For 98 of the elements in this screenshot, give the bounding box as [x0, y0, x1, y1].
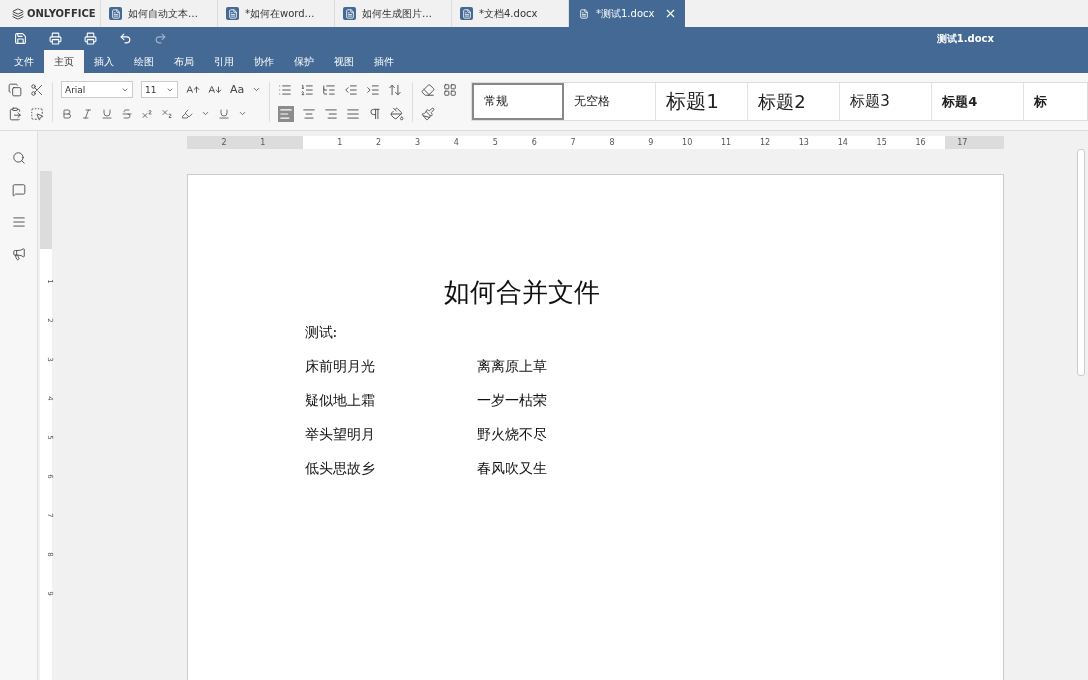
- align-center-icon[interactable]: [302, 106, 317, 121]
- ruler-number: 3: [413, 138, 421, 147]
- ruler-number: 12: [758, 138, 771, 147]
- headings-icon[interactable]: [11, 215, 26, 229]
- multilevel-list-icon[interactable]: [322, 82, 337, 97]
- ruler-number: 17: [956, 138, 968, 147]
- ruler-number: 8: [608, 138, 615, 147]
- document-icon: [226, 7, 239, 20]
- document-icon: [343, 7, 356, 20]
- menu-tab[interactable]: 协作: [244, 50, 284, 73]
- align-right-icon[interactable]: [324, 106, 339, 121]
- line-spacing-icon[interactable]: [388, 82, 403, 97]
- cut-icon[interactable]: [30, 82, 44, 97]
- ruler-number: 11: [720, 138, 732, 147]
- change-case-button[interactable]: Aa: [230, 83, 245, 96]
- poem-line: 疑似地上霜: [304, 392, 376, 410]
- style-preset[interactable]: 标: [1024, 83, 1087, 120]
- style-preset[interactable]: 标题1: [656, 83, 749, 120]
- align-left-icon[interactable]: [278, 105, 295, 122]
- logo-icon: [12, 7, 24, 20]
- ruler-number: 2: [220, 138, 227, 147]
- color-scheme-icon[interactable]: [443, 82, 458, 97]
- poem-line: 举头望明月: [304, 426, 376, 444]
- numbered-list-icon[interactable]: [300, 82, 315, 97]
- style-preset[interactable]: 常规: [472, 83, 565, 120]
- highlighter-icon[interactable]: [181, 107, 193, 120]
- select-all-icon[interactable]: [30, 106, 44, 121]
- caret-icon[interactable]: [201, 109, 210, 118]
- document-icon: [460, 7, 473, 20]
- style-preset[interactable]: 标题3: [840, 83, 933, 120]
- style-preset[interactable]: 无空格: [564, 83, 657, 120]
- poem-line: 野火烧不尽: [476, 426, 548, 444]
- brand-name: ONLYOFFICE: [27, 8, 96, 19]
- poem-line: 低头思故乡: [304, 460, 376, 478]
- font-field[interactable]: Arial: [61, 81, 133, 98]
- caret-icon[interactable]: [252, 85, 262, 94]
- menu-tab[interactable]: 视图: [324, 50, 364, 73]
- poem-line: 离离原上草: [476, 358, 548, 376]
- superscript-icon[interactable]: [141, 107, 153, 120]
- strikethrough-icon[interactable]: [121, 107, 133, 120]
- ruler-number: 7: [569, 138, 576, 147]
- search-icon[interactable]: [11, 151, 26, 165]
- document-icon: [577, 7, 590, 20]
- ruler-number: 16: [914, 138, 926, 147]
- document-title: 如何合并文件: [443, 276, 601, 309]
- window-title: 测试1.docx: [936, 31, 994, 46]
- ruler-number: 2: [375, 138, 382, 147]
- ruler-number: 13: [797, 138, 809, 147]
- quick-print-icon[interactable]: [84, 32, 97, 45]
- megaphone-icon[interactable]: [11, 247, 26, 261]
- menu-tab[interactable]: 插入: [84, 50, 124, 73]
- ruler-number: 10: [681, 138, 693, 147]
- bold-icon[interactable]: [61, 107, 73, 120]
- decrease-indent-icon[interactable]: [344, 82, 359, 97]
- redo-icon[interactable]: [154, 32, 167, 45]
- paste-icon[interactable]: [8, 106, 22, 121]
- eraser-icon[interactable]: [421, 82, 436, 97]
- menu-tab[interactable]: 主页: [44, 50, 84, 73]
- caret-icon[interactable]: [238, 109, 247, 118]
- ruler-number: 5: [491, 138, 498, 147]
- print-icon[interactable]: [49, 32, 62, 45]
- document-icon: [109, 7, 122, 20]
- ruler-number: 9: [647, 138, 654, 147]
- scrollbar-thumb[interactable]: [1077, 149, 1085, 376]
- italic-icon[interactable]: [81, 107, 93, 120]
- menu-tab[interactable]: 布局: [164, 50, 204, 73]
- poem-line: 春风吹又生: [476, 460, 548, 478]
- fill-color-icon[interactable]: [390, 106, 405, 121]
- document-tab[interactable]: *测试1.docx: [568, 0, 685, 27]
- ruler-number: 1: [259, 138, 266, 147]
- menu-tab[interactable]: 保护: [284, 50, 324, 73]
- ruler-number: 6: [530, 138, 537, 147]
- menu-tab[interactable]: 插件: [364, 50, 404, 73]
- bullet-list-icon[interactable]: [278, 82, 293, 97]
- poem-line: 一岁一枯荣: [476, 392, 548, 410]
- justify-icon[interactable]: [346, 106, 361, 121]
- pilcrow-icon[interactable]: [368, 106, 383, 121]
- format-painter-icon[interactable]: [421, 106, 436, 121]
- font-size-field[interactable]: 11: [141, 81, 178, 98]
- underline-icon[interactable]: [101, 107, 113, 120]
- subscript-icon[interactable]: [161, 107, 173, 120]
- style-preset[interactable]: 标题2: [748, 83, 841, 120]
- paragraph: 测试:: [304, 324, 339, 342]
- undo-icon[interactable]: [119, 32, 132, 45]
- menu-tab[interactable]: 绘图: [124, 50, 164, 73]
- menu-tab[interactable]: 引用: [204, 50, 244, 73]
- ruler-number: 14: [836, 138, 848, 147]
- ruler-number: 1: [336, 138, 343, 147]
- increase-indent-icon[interactable]: [366, 82, 381, 97]
- ruler-number: 15: [875, 138, 887, 147]
- save-icon[interactable]: [14, 32, 27, 45]
- style-preset[interactable]: 标题4: [932, 83, 1025, 120]
- close-icon[interactable]: [664, 7, 677, 20]
- ruler-number: 4: [452, 138, 459, 147]
- comment-icon[interactable]: [11, 183, 26, 197]
- copy-icon[interactable]: [8, 82, 22, 97]
- poem-line: 床前明月光: [304, 358, 376, 376]
- menu-tab[interactable]: 文件: [4, 50, 44, 73]
